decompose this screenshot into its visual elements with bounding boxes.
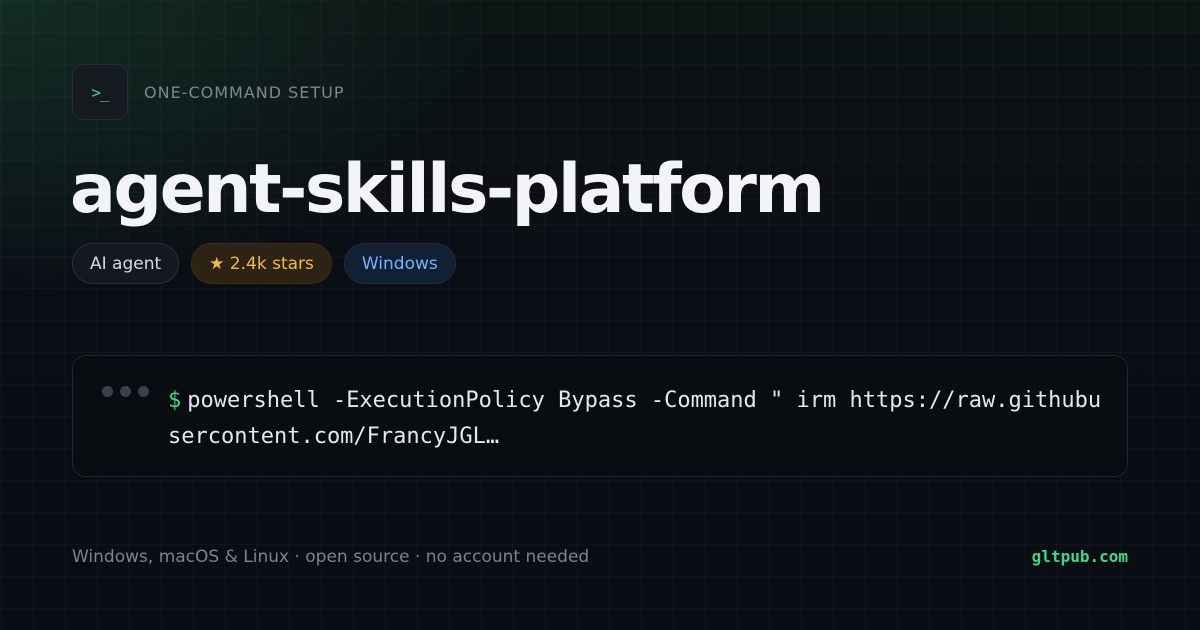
eyebrow-label: ONE-COMMAND SETUP [144,82,345,102]
header: >_ ONE-COMMAND SETUP [72,64,345,120]
site-link[interactable]: gltpub.com [1032,547,1128,566]
terminal-prompt-glyph: >_ [91,82,109,102]
command-terminal[interactable]: $ powershell -ExecutionPolicy Bypass -Com… [72,355,1128,477]
command-text-block[interactable]: $ powershell -ExecutionPolicy Bypass -Com… [168,383,1103,455]
page-title: agent-skills-platform [70,150,825,229]
window-dots [102,386,149,397]
window-dot-icon [120,386,131,397]
stars-badge: ★ 2.4k stars [191,243,332,284]
install-command[interactable]: powershell -ExecutionPolicy Bypass -Comm… [168,388,1101,449]
window-dot-icon [102,386,113,397]
os-badge: Windows [343,243,456,284]
badge-row: AI agent ★ 2.4k stars Windows [72,243,456,284]
terminal-prompt-icon: >_ [72,64,128,120]
window-dot-icon [138,386,149,397]
footer-platforms: Windows, macOS & Linux · open source · n… [72,547,590,567]
category-badge: AI agent [72,243,180,284]
prompt-symbol: $ [168,388,182,413]
